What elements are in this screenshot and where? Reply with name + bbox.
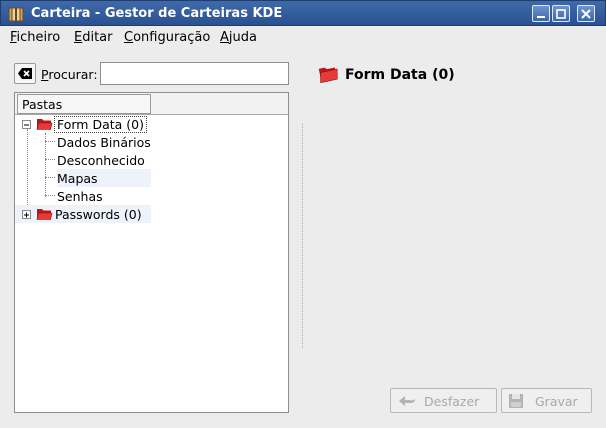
menu-ficheiro[interactable]: Ficheiro <box>10 30 60 45</box>
tree-item-label: Mapas <box>57 171 98 186</box>
close-icon <box>581 9 591 19</box>
panel-divider <box>302 123 303 348</box>
menu-ajuda[interactable]: Ajuda <box>220 30 257 45</box>
open-folder-icon <box>36 119 53 130</box>
undo-button[interactable]: Desfazer <box>390 388 497 413</box>
menu-label: onfiguração <box>133 30 211 45</box>
tree-line <box>27 129 28 213</box>
folder-icon <box>36 209 53 220</box>
save-label: Gravar <box>535 394 578 409</box>
clear-icon <box>18 68 32 79</box>
collapse-toggle[interactable] <box>22 120 31 129</box>
window-title: Carteira - Gestor de Carteiras KDE <box>31 6 283 21</box>
undo-icon <box>399 396 415 406</box>
expand-toggle[interactable] <box>22 210 31 219</box>
minimize-icon <box>537 16 545 18</box>
menu-mnemonic: A <box>220 30 229 45</box>
maximize-icon <box>556 9 566 19</box>
minus-icon <box>24 124 29 126</box>
detail-title: Form Data (0) <box>345 67 455 83</box>
tree-item-senhas[interactable]: Senhas <box>57 187 151 205</box>
tree-item-label: Desconhecido <box>57 153 145 168</box>
tree-header: Pastas <box>15 93 288 115</box>
window-titlebar[interactable]: Carteira - Gestor de Carteiras KDE <box>0 0 606 26</box>
menu-label: juda <box>228 30 257 45</box>
folder-icon <box>318 67 338 83</box>
search-bar: Procurar: <box>14 62 290 86</box>
tree-item-form-data[interactable]: Form Data (0) <box>15 115 288 133</box>
plus-icon <box>24 212 29 218</box>
search-input[interactable] <box>100 62 289 85</box>
menu-mnemonic: E <box>74 30 83 45</box>
menu-editar[interactable]: Editar <box>74 30 113 45</box>
menubar: Ficheiro Editar Configuração Ajuda <box>0 27 606 49</box>
tree-item-dados-binarios[interactable]: Dados Binários <box>57 133 151 151</box>
tree-line <box>45 133 46 197</box>
folder-tree[interactable]: Pastas Form Data (0) Dados Binários Desc… <box>14 92 289 413</box>
menu-label: icheiro <box>16 30 61 45</box>
tree-item-label: Passwords (0) <box>55 207 142 222</box>
search-label: Procurar: <box>41 67 98 82</box>
clear-search-button[interactable] <box>14 63 36 84</box>
tree-item-desconhecido[interactable]: Desconhecido <box>57 151 151 169</box>
tree-item-mapas[interactable]: Mapas <box>57 169 151 187</box>
search-label-text: rocurar: <box>48 67 98 82</box>
tree-line <box>45 177 55 178</box>
tree-item-label: Dados Binários <box>57 135 151 150</box>
save-button[interactable]: Gravar <box>501 388 592 413</box>
menu-mnemonic: C <box>124 30 134 45</box>
save-icon <box>509 394 523 408</box>
undo-label: Desfazer <box>424 394 480 409</box>
tree-item-label: Senhas <box>57 189 103 204</box>
minimize-button[interactable] <box>532 5 550 22</box>
tree-line <box>45 141 55 142</box>
tree-line <box>45 159 55 160</box>
column-header-pastas[interactable]: Pastas <box>17 94 151 114</box>
menu-label: ditar <box>82 30 113 45</box>
close-button[interactable] <box>577 5 595 22</box>
maximize-button[interactable] <box>552 5 570 22</box>
wallet-icon <box>8 7 24 22</box>
menu-configuracao[interactable]: Configuração <box>124 30 210 45</box>
tree-item-passwords[interactable]: Passwords (0) <box>15 205 151 223</box>
tree-item-label: Form Data (0) <box>54 116 147 133</box>
tree-line <box>45 195 55 196</box>
